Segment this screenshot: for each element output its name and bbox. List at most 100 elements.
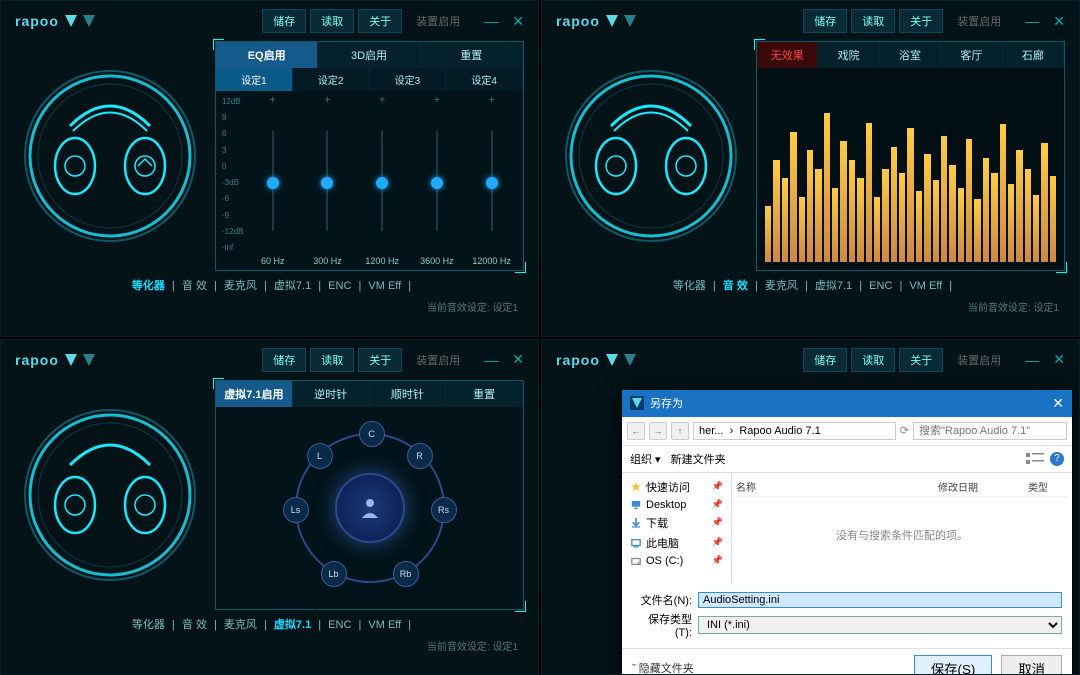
minimize-icon[interactable]: — [1025, 13, 1039, 29]
nav-fwd-icon[interactable]: → [649, 422, 667, 440]
eq-slider-60[interactable]: +60 Hz [245, 95, 300, 266]
tab-corridor[interactable]: 石廊 [1003, 42, 1064, 68]
organize-menu[interactable]: 组织 ▾ [630, 451, 661, 467]
tab-no-effect[interactable]: 无效果 [757, 42, 818, 68]
save-button[interactable]: 储存 [803, 348, 847, 372]
bottomtab-mic[interactable]: 麦克风 [220, 280, 261, 292]
load-button[interactable]: 读取 [310, 348, 354, 372]
tab-ccw[interactable]: 逆时针 [293, 381, 370, 407]
bottomtab-sfx[interactable]: 音 效 [178, 619, 211, 631]
about-button[interactable]: 关于 [899, 348, 943, 372]
tab-reset[interactable]: 重置 [421, 42, 523, 68]
status-bar: 当前音效设定: 设定1 [542, 299, 1079, 320]
bottomtab-vmeff[interactable]: VM Eff [905, 280, 946, 292]
tab-reset[interactable]: 重置 [446, 381, 523, 407]
spectrum-bar [916, 191, 922, 262]
close-icon[interactable]: ✕ [512, 351, 524, 368]
tab-v71-enable[interactable]: 虚拟7.1启用 [216, 381, 293, 407]
filename-input[interactable] [698, 592, 1062, 608]
eq-slider-12000[interactable]: +12000 Hz [464, 95, 519, 266]
save-button[interactable]: 储存 [803, 9, 847, 33]
speaker-ls[interactable]: Ls [283, 497, 309, 523]
minimize-icon[interactable]: — [484, 352, 498, 368]
spectrum-bar [1041, 143, 1047, 262]
close-icon[interactable]: ✕ [512, 13, 524, 30]
bottomtab-vmeff[interactable]: VM Eff [364, 280, 405, 292]
load-button[interactable]: 读取 [310, 9, 354, 33]
bottomtab-sfx[interactable]: 音 效 [178, 280, 211, 292]
tab-living[interactable]: 客厅 [941, 42, 1002, 68]
speaker-rb[interactable]: Rb [393, 561, 419, 587]
filetype-select[interactable]: INI (*.ini) [698, 616, 1062, 634]
load-button[interactable]: 读取 [851, 348, 895, 372]
bottomtab-mic[interactable]: 麦克风 [220, 619, 261, 631]
load-button[interactable]: 读取 [851, 9, 895, 33]
eq-slider-1200[interactable]: +1200 Hz [355, 95, 410, 266]
speaker-rs[interactable]: Rs [431, 497, 457, 523]
save-button[interactable]: 储存 [262, 348, 306, 372]
about-button[interactable]: 关于 [358, 9, 402, 33]
speaker-r[interactable]: R [407, 443, 433, 469]
nav-up-icon[interactable]: ↑ [671, 422, 689, 440]
tab-cw[interactable]: 顺时针 [370, 381, 447, 407]
path-refresh-icon[interactable]: ⟳ [900, 424, 909, 437]
sidebar-item-star[interactable]: 快速访问📌 [626, 477, 727, 497]
bottomtab-enc[interactable]: ENC [865, 280, 896, 292]
dialog-titlebar[interactable]: 另存为 ✕ [622, 390, 1072, 417]
close-icon[interactable]: ✕ [1053, 351, 1065, 368]
minimize-icon[interactable]: — [484, 13, 498, 29]
close-icon[interactable]: ✕ [1053, 13, 1065, 30]
about-button[interactable]: 关于 [358, 348, 402, 372]
tab-eq-enable[interactable]: EQ启用 [216, 42, 318, 68]
bottomtab-sfx[interactable]: 音 效 [719, 280, 752, 292]
bottomtab-virtual71[interactable]: 虚拟7.1 [811, 280, 856, 292]
help-icon[interactable]: ? [1050, 452, 1064, 466]
sidebar-item-desktop[interactable]: Desktop📌 [626, 497, 727, 513]
spectrum-bar [824, 113, 830, 262]
save-button[interactable]: 储存 [262, 9, 306, 33]
bottomtab-vmeff[interactable]: VM Eff [364, 619, 405, 631]
bottomtab-mic[interactable]: 麦克风 [761, 280, 802, 292]
panel-sfx: rapoo 储存 读取 关于 装置启用 — ✕ [541, 0, 1080, 337]
eq-slider-3600[interactable]: +3600 Hz [410, 95, 465, 266]
tab-3d-enable[interactable]: 3D启用 [318, 42, 420, 68]
bottomtab-enc[interactable]: ENC [324, 619, 355, 631]
preset-4[interactable]: 设定4 [446, 68, 523, 91]
about-button[interactable]: 关于 [899, 9, 943, 33]
path-input[interactable] [693, 422, 896, 440]
bottomtab-virtual71[interactable]: 虚拟7.1 [270, 619, 315, 631]
bottomtab-eq[interactable]: 等化器 [669, 280, 710, 292]
preset-1[interactable]: 设定1 [216, 68, 293, 91]
sidebar-item-disk[interactable]: OS (C:)📌 [626, 553, 727, 569]
new-folder-button[interactable]: 新建文件夹 [671, 451, 726, 467]
column-headers[interactable]: 名称 修改日期 类型 [736, 477, 1068, 497]
minimize-icon[interactable]: — [1025, 352, 1039, 368]
tab-theater[interactable]: 戏院 [818, 42, 879, 68]
empty-message: 没有与搜索条件匹配的项。 [736, 497, 1068, 573]
dialog-save-button[interactable]: 保存(S) [914, 655, 992, 675]
preset-3[interactable]: 设定3 [370, 68, 447, 91]
apply-button[interactable]: 装置启用 [406, 349, 470, 371]
sidebar-item-pc[interactable]: 此电脑📌 [626, 533, 727, 553]
dialog-cancel-button[interactable]: 取消 [1001, 655, 1062, 675]
bottomtab-eq[interactable]: 等化器 [128, 280, 169, 292]
speaker-l[interactable]: L [307, 443, 333, 469]
apply-button[interactable]: 装置启用 [406, 10, 470, 32]
view-mode-icon[interactable] [1026, 452, 1044, 466]
bottomtab-eq[interactable]: 等化器 [128, 619, 169, 631]
bottomtab-virtual71[interactable]: 虚拟7.1 [270, 280, 315, 292]
sidebar-item-download[interactable]: 下载📌 [626, 513, 727, 533]
bottomtab-enc[interactable]: ENC [324, 280, 355, 292]
speaker-lb[interactable]: Lb [321, 561, 347, 587]
panel-save-dialog: rapoo 储存 读取 关于 装置启用 — ✕ 另存为 ✕ [541, 339, 1080, 675]
apply-button[interactable]: 装置启用 [947, 10, 1011, 32]
search-input[interactable] [913, 422, 1067, 440]
speaker-c[interactable]: C [359, 421, 385, 447]
tab-bathroom[interactable]: 浴室 [880, 42, 941, 68]
apply-button[interactable]: 装置启用 [947, 349, 1011, 371]
dialog-close-icon[interactable]: ✕ [1052, 395, 1064, 412]
nav-back-icon[interactable]: ← [627, 422, 645, 440]
preset-2[interactable]: 设定2 [293, 68, 370, 91]
hide-folders-toggle[interactable]: ˇ 隐藏文件夹 [632, 660, 694, 675]
eq-slider-300[interactable]: +300 Hz [300, 95, 355, 266]
